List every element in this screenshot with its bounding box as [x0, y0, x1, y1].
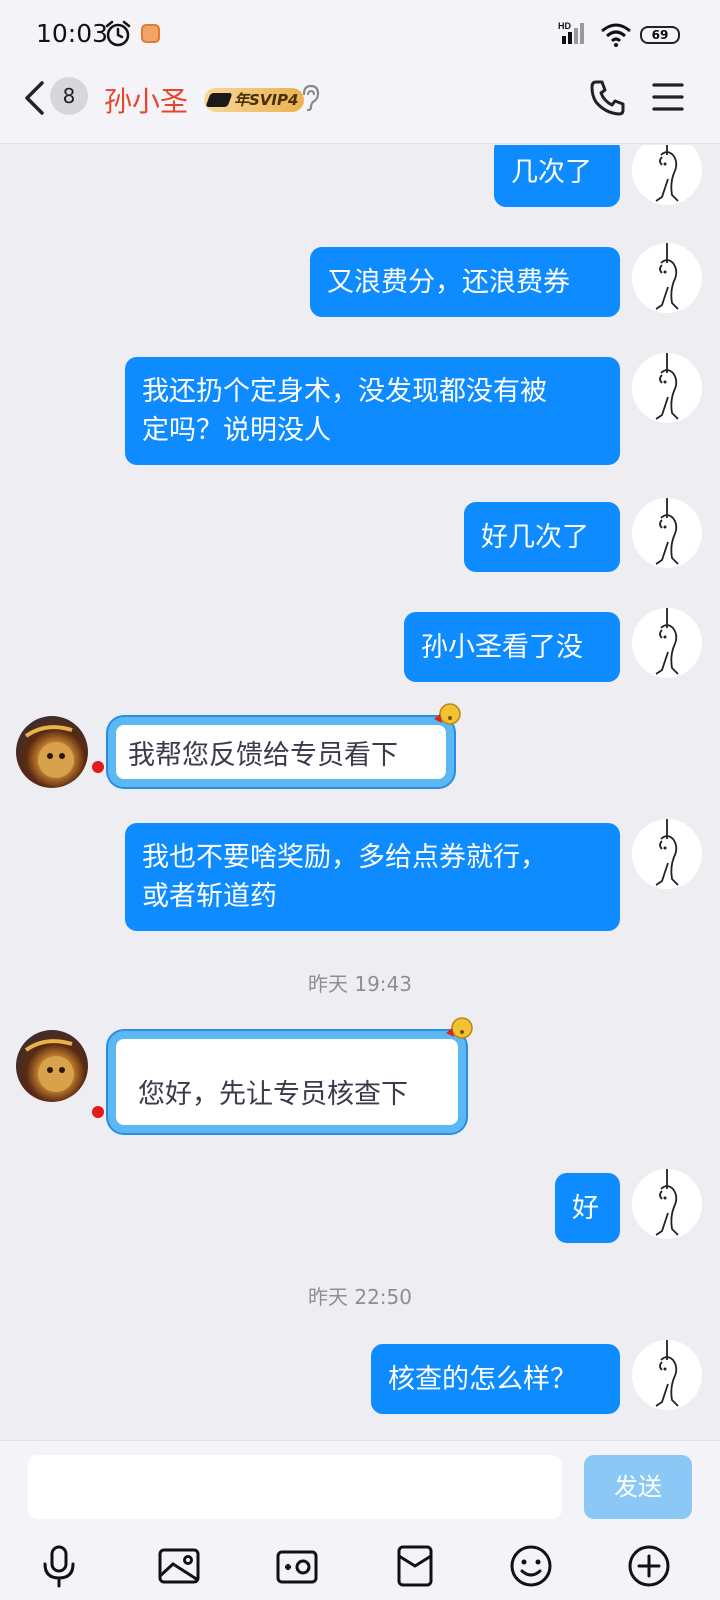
contact-avatar[interactable] [16, 716, 88, 788]
battery-indicator: 69 [640, 26, 680, 44]
my-avatar[interactable] [632, 498, 702, 568]
cat-drawing-icon [655, 608, 679, 675]
alarm-icon [105, 20, 131, 47]
emoji-icon [510, 1545, 552, 1587]
my-avatar[interactable] [632, 819, 702, 889]
more-button[interactable] [624, 1541, 674, 1591]
message-list[interactable]: 几次了 又浪费分，还浪费券 我还扔个定身术，没发现都没有被 定吗？说明没人 好几… [0, 145, 720, 1440]
plus-icon [628, 1545, 670, 1587]
cat-drawing-icon [655, 243, 679, 310]
bell-decoration-icon [446, 1017, 473, 1039]
my-avatar[interactable] [632, 1340, 702, 1410]
message-bubble-incoming[interactable]: 您好，先让专员核查下 [108, 1031, 466, 1133]
network-type: HD [558, 21, 571, 31]
contact-name[interactable]: 孙小圣 [104, 80, 188, 120]
monkey-king-avatar-icon [24, 725, 74, 778]
wifi-icon [601, 23, 631, 47]
timestamp: 昨天 19:43 [308, 972, 412, 996]
message-bubble-outgoing[interactable]: 我也不要啥奖励，多给点券就行， 或者斩道药 [125, 823, 620, 931]
cat-drawing-icon [655, 145, 679, 202]
red-dot-decoration [92, 761, 104, 773]
message-text-line: 我还扔个定身术，没发现都没有被 [142, 376, 547, 407]
ear-icon [302, 84, 320, 112]
message-bubble-outgoing[interactable]: 几次了 [494, 145, 620, 207]
image-icon [158, 1548, 200, 1584]
my-avatar[interactable] [632, 608, 702, 678]
mic-icon [43, 1545, 75, 1588]
message-text: 好几次了 [481, 521, 589, 553]
photo-button[interactable] [154, 1541, 204, 1591]
voice-button[interactable] [34, 1541, 84, 1591]
back-arrow-icon[interactable] [22, 80, 46, 116]
cat-drawing-icon [655, 819, 679, 886]
message-text: 我帮您反馈给专员看下 [128, 739, 398, 771]
monkey-king-avatar-icon [24, 1039, 74, 1092]
my-avatar[interactable] [632, 145, 702, 205]
camera-icon [276, 1550, 318, 1584]
camera-button[interactable] [272, 1541, 322, 1591]
battery-level: 69 [651, 28, 669, 42]
message-text-line: 或者斩道药 [142, 881, 277, 912]
message-text-line: 我也不要啥奖励，多给点券就行， [142, 842, 547, 873]
message-text: 几次了 [511, 156, 592, 188]
red-dot-decoration [92, 1106, 104, 1118]
cat-drawing-icon [655, 1169, 679, 1236]
chat-header: 8 孙小圣 年SVIP4 [0, 66, 720, 144]
my-avatar[interactable] [632, 1169, 702, 1239]
cat-drawing-icon [655, 498, 679, 565]
message-text: 又浪费分，还浪费券 [327, 266, 570, 298]
message-text: 好 [572, 1192, 599, 1224]
cat-drawing-icon [655, 353, 679, 420]
cat-drawing-icon [655, 1340, 679, 1407]
message-bubble-outgoing[interactable]: 核查的怎么样？ [371, 1344, 620, 1414]
menu-icon[interactable] [652, 82, 684, 112]
signal-icon: HD [558, 21, 584, 44]
timestamp: 昨天 22:50 [308, 1285, 412, 1309]
my-avatar[interactable] [632, 243, 702, 313]
message-text: 核查的怎么样？ [388, 1363, 577, 1395]
message-bubble-outgoing[interactable]: 好 [555, 1173, 620, 1243]
message-text: 孙小圣看了没 [421, 631, 583, 663]
message-text: 您好，先让专员核查下 [138, 1079, 408, 1110]
send-button[interactable]: 发送 [584, 1455, 692, 1519]
message-bubble-outgoing[interactable]: 我还扔个定身术，没发现都没有被 定吗？说明没人 [125, 357, 620, 465]
message-bubble-outgoing[interactable]: 又浪费分，还浪费券 [310, 247, 620, 317]
status-bar: 10:03 HD 69 [0, 0, 720, 66]
message-text-line: 定吗？说明没人 [142, 415, 331, 446]
message-input[interactable] [28, 1455, 562, 1519]
red-packet-icon [397, 1545, 433, 1587]
unread-count-badge[interactable]: 8 [50, 77, 88, 115]
phone-call-icon[interactable] [588, 78, 628, 118]
vip-badge: 年SVIP4 [204, 88, 305, 112]
message-bubble-incoming[interactable]: 我帮您反馈给专员看下 [108, 717, 454, 787]
red-packet-button[interactable] [390, 1541, 440, 1591]
my-avatar[interactable] [632, 353, 702, 423]
input-area: 发送 [0, 1440, 720, 1600]
app-notification-icon [141, 24, 160, 43]
emoji-button[interactable] [506, 1541, 556, 1591]
bell-decoration-icon [434, 703, 461, 725]
contact-avatar[interactable] [16, 1030, 88, 1102]
message-bubble-outgoing[interactable]: 好几次了 [464, 502, 620, 572]
status-time: 10:03 [36, 19, 109, 48]
message-bubble-outgoing[interactable]: 孙小圣看了没 [404, 612, 620, 682]
